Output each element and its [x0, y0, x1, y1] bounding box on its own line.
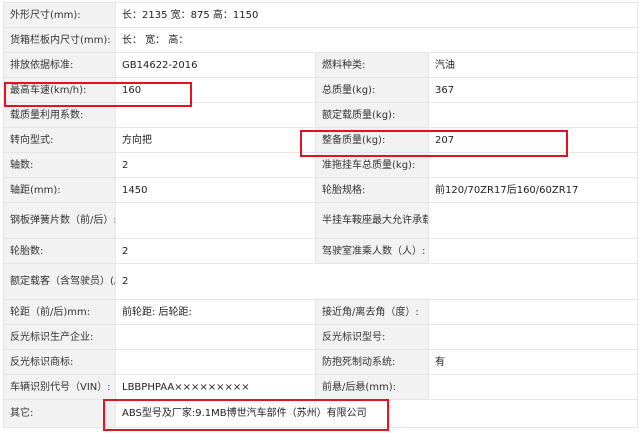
vehicle-spec-table: 外形尺寸(mm): 长：2135 宽：875 高：1150 货箱栏板内尺寸(mm…: [3, 2, 638, 428]
cargo-box-size-value: 长： 宽： 高：: [115, 27, 638, 53]
tire-spec-value: 前120/70ZR17后160/60ZR17: [428, 177, 638, 203]
dimensions-value: 长：2135 宽：875 高：1150: [115, 2, 638, 28]
steering-type-value: 方向把: [115, 127, 316, 153]
axle-count-value: 2: [115, 152, 316, 178]
max-speed-label: 最高车速(km/h):: [3, 77, 116, 103]
overhang-value: [428, 374, 638, 400]
load-utilization-value: [115, 102, 316, 128]
max-speed-value: 160: [115, 77, 316, 103]
table-row: 货箱栏板内尺寸(mm): 长： 宽： 高：: [3, 27, 638, 53]
fuel-type-value: 汽油: [428, 52, 638, 78]
saddle-load-label: 半挂车鞍座最大允许承载质量(kg):: [315, 202, 429, 239]
table-row: 排放依据标准: GB14622-2016 燃料种类: 汽油: [3, 52, 638, 78]
rated-load-value: [428, 102, 638, 128]
vin-label: 车辆识别代号（VIN）:: [3, 374, 116, 400]
table-row: 轴距(mm): 1450 轮胎规格: 前120/70ZR17后160/60ZR1…: [3, 177, 638, 203]
reflector-maker-value: [115, 324, 316, 350]
other-value: ABS型号及厂家:9.1MB博世汽车部件（苏州）有限公司: [115, 399, 638, 428]
fuel-type-label: 燃料种类:: [315, 52, 429, 78]
table-row: 反光标识生产企业: 反光标识型号:: [3, 324, 638, 350]
table-row: 其它: ABS型号及厂家:9.1MB博世汽车部件（苏州）有限公司: [3, 399, 638, 428]
trailer-mass-label: 准拖挂车总质量(kg):: [315, 152, 429, 178]
table-row: 外形尺寸(mm): 长：2135 宽：875 高：1150: [3, 2, 638, 28]
curb-weight-label: 整备质量(kg):: [315, 127, 429, 153]
abs-label: 防抱死制动系统:: [315, 349, 429, 375]
passenger-capacity-value: 2: [115, 263, 638, 300]
emission-standard-value: GB14622-2016: [115, 52, 316, 78]
tire-spec-label: 轮胎规格:: [315, 177, 429, 203]
reflector-model-label: 反光标识型号:: [315, 324, 429, 350]
approach-angle-label: 接近角/离去角（度）:: [315, 299, 429, 325]
table-row: 额定载客（含驾驶员）(座位数): 2: [3, 263, 638, 300]
table-row: 车辆识别代号（VIN）: LBBPHPAA××××××××× 前悬/后悬(mm)…: [3, 374, 638, 400]
wheelbase-label: 轴距(mm):: [3, 177, 116, 203]
table-row: 轮胎数: 2 驾驶室准乘人数（人）:: [3, 238, 638, 264]
approach-angle-value: [428, 299, 638, 325]
cab-seats-label: 驾驶室准乘人数（人）:: [315, 238, 429, 264]
table-row: 转向型式: 方向把 整备质量(kg): 207: [3, 127, 638, 153]
passenger-capacity-label: 额定载客（含驾驶员）(座位数):: [3, 263, 116, 300]
rated-load-label: 额定载质量(kg):: [315, 102, 429, 128]
wheelbase-value: 1450: [115, 177, 316, 203]
abs-value: 有: [428, 349, 638, 375]
reflector-brand-value: [115, 349, 316, 375]
steering-type-label: 转向型式:: [3, 127, 116, 153]
vin-value: LBBPHPAA×××××××××: [115, 374, 316, 400]
other-label: 其它:: [3, 399, 116, 428]
track-width-label: 轮距（前/后)mm:: [3, 299, 116, 325]
tire-count-label: 轮胎数:: [3, 238, 116, 264]
reflector-model-value: [428, 324, 638, 350]
table-row: 钢板弹簧片数（前/后）: 半挂车鞍座最大允许承载质量(kg):: [3, 202, 638, 239]
load-utilization-label: 载质量利用系数:: [3, 102, 116, 128]
trailer-mass-value: [428, 152, 638, 178]
saddle-load-value: [428, 202, 638, 239]
table-row: 载质量利用系数: 额定载质量(kg):: [3, 102, 638, 128]
table-row: 轴数: 2 准拖挂车总质量(kg):: [3, 152, 638, 178]
table-row: 反光标识商标: 防抱死制动系统: 有: [3, 349, 638, 375]
leaf-spring-label: 钢板弹簧片数（前/后）:: [3, 202, 116, 239]
axle-count-label: 轴数:: [3, 152, 116, 178]
reflector-brand-label: 反光标识商标:: [3, 349, 116, 375]
emission-standard-label: 排放依据标准:: [3, 52, 116, 78]
overhang-label: 前悬/后悬(mm):: [315, 374, 429, 400]
track-width-value: 前轮距: 后轮距:: [115, 299, 316, 325]
tire-count-value: 2: [115, 238, 316, 264]
gross-mass-label: 总质量(kg):: [315, 77, 429, 103]
dimensions-label: 外形尺寸(mm):: [3, 2, 116, 28]
leaf-spring-value: [115, 202, 316, 239]
gross-mass-value: 367: [428, 77, 638, 103]
table-row: 最高车速(km/h): 160 总质量(kg): 367: [3, 77, 638, 103]
curb-weight-value: 207: [428, 127, 638, 153]
table-row: 轮距（前/后)mm: 前轮距: 后轮距: 接近角/离去角（度）:: [3, 299, 638, 325]
cab-seats-value: [428, 238, 638, 264]
reflector-maker-label: 反光标识生产企业:: [3, 324, 116, 350]
cargo-box-size-label: 货箱栏板内尺寸(mm):: [3, 27, 116, 53]
